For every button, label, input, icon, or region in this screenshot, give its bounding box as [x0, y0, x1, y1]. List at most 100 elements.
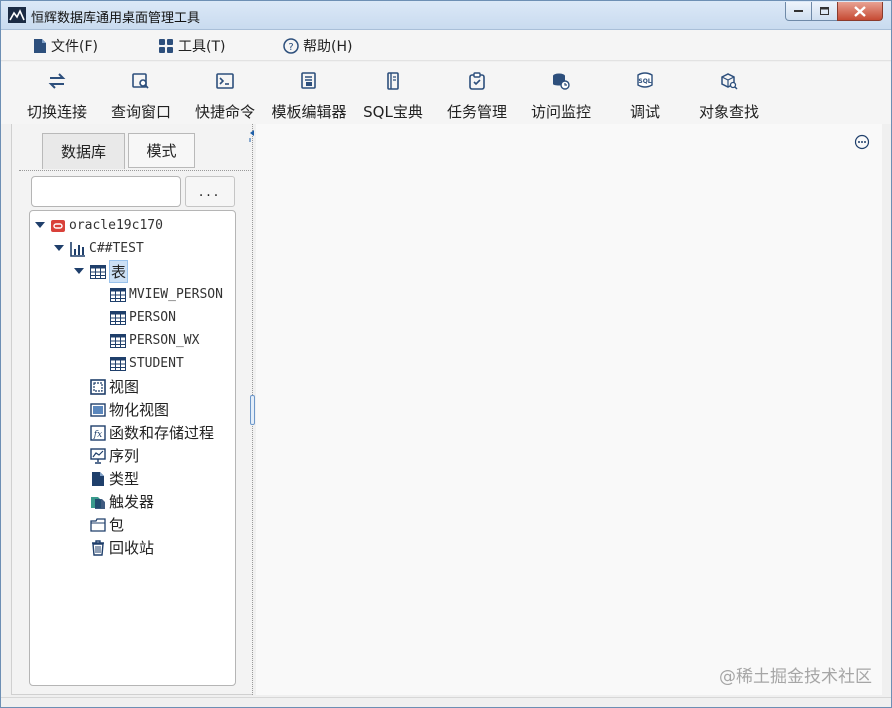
- close-button[interactable]: [837, 2, 883, 21]
- collapse-arrow-icon[interactable]: [74, 266, 84, 276]
- collapse-panel-arrow-icon[interactable]: [249, 129, 255, 143]
- template-editor-label: 模板编辑器: [271, 103, 347, 121]
- minimize-button[interactable]: [785, 2, 812, 21]
- schema-chart-icon: [70, 241, 85, 257]
- view-icon: [90, 378, 106, 395]
- tables-folder-label: 表: [109, 260, 129, 283]
- table-icon: [90, 264, 106, 279]
- tab-database-label: 数据库: [60, 143, 106, 161]
- query-window-label: 查询窗口: [110, 103, 171, 121]
- sql-debug-label: 调试: [629, 103, 660, 121]
- status-bar: [1, 697, 891, 707]
- collapse-arrow-icon[interactable]: [35, 220, 45, 230]
- switch-connection-button[interactable]: 切换连接: [23, 70, 91, 122]
- tree-node-connection[interactable]: oracle19c170: [50, 215, 163, 236]
- menu-file[interactable]: 文件(F): [33, 36, 98, 56]
- menu-file-label: 文件(F): [51, 39, 98, 55]
- svg-text:SQL: SQL: [638, 78, 651, 85]
- quick-command-label: 快捷命令: [194, 103, 255, 121]
- navigator-panel: 数据库 模式 ... oracle19c170 C##TEST 表 MVIEW_…: [11, 124, 252, 695]
- access-monitor-icon: [553, 73, 570, 90]
- menu-help-label: 帮助(H): [303, 39, 353, 55]
- package-icon: [90, 517, 106, 532]
- maximize-button[interactable]: [811, 2, 838, 21]
- access-monitor-label: 访问监控: [530, 103, 591, 121]
- template-editor-icon: [301, 71, 316, 89]
- object-search-label: 对象查找: [698, 103, 759, 121]
- more-options-icon[interactable]: [854, 134, 870, 150]
- toolbar: 切换连接 查询窗口 快捷命令 模板编辑器 SQL宝典 任务管理 访问监控 SQL: [1, 62, 891, 124]
- connection-label: oracle19c170: [69, 218, 163, 233]
- task-manage-icon: [469, 71, 485, 90]
- file-icon: [34, 39, 46, 53]
- more-options-button[interactable]: ...: [185, 176, 235, 207]
- tree-node-sequences[interactable]: 序列: [90, 445, 139, 466]
- tree-node-table[interactable]: PERSON: [110, 307, 176, 328]
- sequence-icon: [90, 447, 106, 464]
- table-label: PERSON_WX: [129, 333, 200, 348]
- main-content-area: @稀土掘金技术社区: [256, 124, 882, 695]
- sql-book-label: SQL宝典: [363, 103, 423, 121]
- menu-tools-label: 工具(T): [178, 39, 226, 55]
- svg-text:fx: fx: [93, 430, 102, 440]
- template-editor-button[interactable]: 模板编辑器: [267, 70, 351, 122]
- app-logo-icon: [8, 7, 26, 23]
- tree-node-table[interactable]: PERSON_WX: [110, 330, 199, 351]
- terminal-icon: [216, 72, 234, 89]
- table-icon: [110, 356, 126, 371]
- watermark-text: @稀土掘金技术社区: [719, 667, 872, 687]
- tree-node-triggers[interactable]: 触发器: [90, 491, 154, 512]
- trigger-icon: [91, 496, 105, 509]
- tree-node-packages[interactable]: 包: [90, 514, 124, 535]
- tab-schema-label: 模式: [146, 142, 177, 160]
- switch-connection-label: 切换连接: [26, 103, 87, 121]
- tree-node-materialized-views[interactable]: 物化视图: [90, 399, 169, 420]
- window-title: 恒辉数据库通用桌面管理工具: [31, 11, 201, 26]
- app-window: 恒辉数据库通用桌面管理工具 文件(F) 工具(T) ? 帮助(H) 切换连接 查…: [0, 0, 892, 708]
- menu-bar: 文件(F) 工具(T) ? 帮助(H): [1, 30, 891, 61]
- task-manage-button[interactable]: 任务管理: [443, 70, 511, 122]
- tree-node-table[interactable]: MVIEW_PERSON: [110, 284, 223, 305]
- title-bar[interactable]: 恒辉数据库通用桌面管理工具: [1, 1, 891, 30]
- oracle-db-icon: [51, 219, 65, 232]
- table-label: MVIEW_PERSON: [129, 287, 223, 302]
- collapse-arrow-icon[interactable]: [54, 243, 64, 253]
- object-tree: oracle19c170 C##TEST 表 MVIEW_PERSON PERS…: [29, 210, 236, 686]
- grid-icon: [159, 39, 173, 53]
- materialized-views-label: 物化视图: [109, 401, 170, 419]
- query-window-button[interactable]: 查询窗口: [107, 70, 175, 122]
- close-icon: [854, 5, 866, 17]
- task-manage-label: 任务管理: [446, 103, 507, 121]
- sql-debug-icon: SQL: [637, 71, 653, 88]
- menu-tools[interactable]: 工具(T): [158, 36, 225, 56]
- tree-node-views[interactable]: 视图: [90, 376, 139, 397]
- quick-command-button[interactable]: 快捷命令: [191, 70, 259, 122]
- table-icon: [110, 310, 126, 325]
- sql-debug-button[interactable]: SQL 调试: [619, 70, 671, 122]
- schema-label: C##TEST: [89, 241, 144, 256]
- tree-node-schema[interactable]: C##TEST: [70, 238, 144, 259]
- help-icon: ?: [283, 38, 299, 54]
- triggers-label: 触发器: [109, 493, 155, 511]
- tab-database[interactable]: 数据库: [42, 133, 125, 169]
- splitter-handle[interactable]: [250, 395, 255, 425]
- object-search-button[interactable]: 对象查找: [695, 70, 763, 122]
- tree-node-tables[interactable]: 表: [90, 260, 129, 283]
- tab-schema[interactable]: 模式: [128, 133, 195, 168]
- search-input[interactable]: [31, 176, 181, 207]
- tree-node-types[interactable]: 类型: [90, 468, 139, 489]
- tree-node-table[interactable]: STUDENT: [110, 353, 184, 374]
- svg-text:?: ?: [288, 42, 293, 53]
- menu-help[interactable]: ? 帮助(H): [283, 36, 352, 56]
- sql-book-button[interactable]: SQL宝典: [361, 70, 425, 122]
- access-monitor-button[interactable]: 访问监控: [527, 70, 595, 122]
- maximize-icon: [819, 6, 829, 15]
- table-label: STUDENT: [129, 356, 184, 371]
- functions-label: 函数和存储过程: [109, 424, 215, 442]
- tree-node-functions[interactable]: fx 函数和存储过程: [90, 422, 214, 443]
- recycle-bin-icon: [92, 539, 104, 556]
- tree-node-recycle-bin[interactable]: 回收站: [90, 537, 154, 558]
- recycle-bin-label: 回收站: [109, 539, 155, 557]
- table-icon: [110, 333, 126, 348]
- table-label: PERSON: [129, 310, 176, 325]
